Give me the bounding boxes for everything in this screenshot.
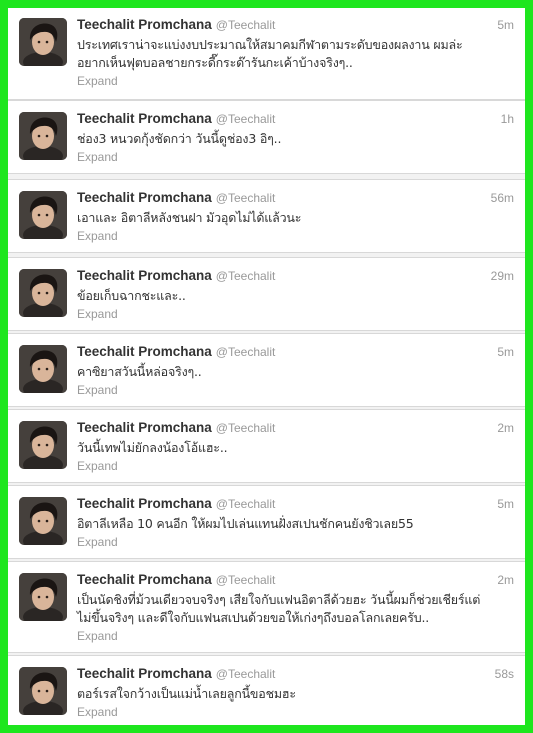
user-handle[interactable]: @Teechalit bbox=[216, 421, 276, 435]
tweet-text: คาซิยาสวันนี้หล่อจริงๆ.. bbox=[77, 364, 202, 379]
tweet-header: Teechalit Promchana @Teechalit 5m bbox=[77, 16, 514, 34]
tweet-item[interactable]: Teechalit Promchana @Teechalit 56m เอาและ… bbox=[8, 179, 525, 253]
tweet-item[interactable]: Teechalit Promchana @Teechalit 5m อิตาลีเ… bbox=[8, 485, 525, 559]
user-name[interactable]: Teechalit Promchana bbox=[77, 496, 212, 511]
avatar[interactable] bbox=[19, 18, 67, 66]
user-name[interactable]: Teechalit Promchana bbox=[77, 111, 212, 126]
expand-link[interactable]: Expand bbox=[77, 149, 118, 165]
tweet-timestamp[interactable]: 2m bbox=[497, 419, 514, 437]
user-handle[interactable]: @Teechalit bbox=[216, 191, 276, 205]
tweet-text: อิตาลีเหลือ 10 คนอีก ให้ผมไปเล่นแทนฝั่งส… bbox=[77, 516, 414, 531]
tweet-item[interactable]: Teechalit Promchana @Teechalit 5m คาซิยาส… bbox=[8, 333, 525, 407]
tweet-header: Teechalit Promchana @Teechalit 5m bbox=[77, 495, 514, 513]
tweet-timestamp[interactable]: 2m bbox=[497, 571, 514, 589]
tweet-header: Teechalit Promchana @Teechalit 2m bbox=[77, 419, 514, 437]
avatar[interactable] bbox=[19, 421, 67, 469]
tweet-header: Teechalit Promchana @Teechalit 1h bbox=[77, 110, 514, 128]
user-name[interactable]: Teechalit Promchana bbox=[77, 268, 212, 283]
tweet-text: เป็นนัดชิงที่ม้วนเดียวจบจริงๆ เสียใจกับแ… bbox=[77, 592, 481, 625]
user-name[interactable]: Teechalit Promchana bbox=[77, 572, 212, 587]
avatar[interactable] bbox=[19, 191, 67, 239]
tweet-timeline: Teechalit Promchana @Teechalit 5m ประเทศเ… bbox=[8, 8, 525, 725]
expand-link[interactable]: Expand bbox=[77, 382, 118, 398]
user-handle[interactable]: @Teechalit bbox=[216, 573, 276, 587]
expand-link[interactable]: Expand bbox=[77, 306, 118, 322]
tweet-header: Teechalit Promchana @Teechalit 29m bbox=[77, 267, 514, 285]
tweet-item[interactable]: Teechalit Promchana @Teechalit 2m เป็นนัด… bbox=[8, 561, 525, 653]
user-name[interactable]: Teechalit Promchana bbox=[77, 17, 212, 32]
user-handle[interactable]: @Teechalit bbox=[216, 345, 276, 359]
user-name[interactable]: Teechalit Promchana bbox=[77, 344, 212, 359]
tweet-text: ช่อง3 หนวดกุ้งชัดกว่า วันนี้ดูช่อง3 อิๆ.… bbox=[77, 131, 282, 146]
tweet-timestamp[interactable]: 5m bbox=[497, 495, 514, 513]
tweet-timestamp[interactable]: 5m bbox=[497, 16, 514, 34]
expand-link[interactable]: Expand bbox=[77, 228, 118, 244]
tweet-item[interactable]: Teechalit Promchana @Teechalit 58s ตอร์เร… bbox=[8, 655, 525, 725]
user-handle[interactable]: @Teechalit bbox=[216, 112, 276, 126]
expand-link[interactable]: Expand bbox=[77, 73, 118, 89]
tweet-header: Teechalit Promchana @Teechalit 56m bbox=[77, 189, 514, 207]
avatar[interactable] bbox=[19, 112, 67, 160]
tweet-timestamp[interactable]: 58s bbox=[495, 665, 514, 683]
user-handle[interactable]: @Teechalit bbox=[216, 18, 276, 32]
avatar[interactable] bbox=[19, 269, 67, 317]
expand-link[interactable]: Expand bbox=[77, 534, 118, 550]
tweet-timestamp[interactable]: 56m bbox=[491, 189, 514, 207]
expand-link[interactable]: Expand bbox=[77, 458, 118, 474]
user-name[interactable]: Teechalit Promchana bbox=[77, 190, 212, 205]
tweet-text: วันนี้เทพไม่ยักลงน้องโอ้แฮะ.. bbox=[77, 440, 228, 455]
tweet-timestamp[interactable]: 29m bbox=[491, 267, 514, 285]
user-name[interactable]: Teechalit Promchana bbox=[77, 666, 212, 681]
user-handle[interactable]: @Teechalit bbox=[216, 667, 276, 681]
avatar[interactable] bbox=[19, 345, 67, 393]
tweet-header: Teechalit Promchana @Teechalit 58s bbox=[77, 665, 514, 683]
tweet-item[interactable]: Teechalit Promchana @Teechalit 29m ข้อยเก… bbox=[8, 257, 525, 331]
expand-link[interactable]: Expand bbox=[77, 704, 118, 720]
tweet-header: Teechalit Promchana @Teechalit 5m bbox=[77, 343, 514, 361]
avatar[interactable] bbox=[19, 667, 67, 715]
tweet-text: ตอร์เรสใจกว้างเป็นแม่น้ำเลยลูกนี้ขอชมฮะ bbox=[77, 686, 296, 701]
tweet-item[interactable]: Teechalit Promchana @Teechalit 2m วันนี้เ… bbox=[8, 409, 525, 483]
tweet-text: ข้อยเก็บฉากชะและ.. bbox=[77, 288, 186, 303]
tweet-timestamp[interactable]: 5m bbox=[497, 343, 514, 361]
avatar[interactable] bbox=[19, 573, 67, 621]
user-handle[interactable]: @Teechalit bbox=[216, 269, 276, 283]
tweet-timestamp[interactable]: 1h bbox=[501, 110, 514, 128]
expand-link[interactable]: Expand bbox=[77, 628, 118, 644]
avatar[interactable] bbox=[19, 497, 67, 545]
tweet-text: ประเทศเราน่าจะแบ่งงบประมาณให้สมาคมกีฬาตา… bbox=[77, 37, 463, 70]
user-name[interactable]: Teechalit Promchana bbox=[77, 420, 212, 435]
tweet-item[interactable]: Teechalit Promchana @Teechalit 1h ช่อง3 ห… bbox=[8, 100, 525, 174]
tweet-header: Teechalit Promchana @Teechalit 2m bbox=[77, 571, 514, 589]
user-handle[interactable]: @Teechalit bbox=[216, 497, 276, 511]
tweet-item[interactable]: Teechalit Promchana @Teechalit 5m ประเทศเ… bbox=[8, 8, 525, 100]
tweet-text: เอาและ อิตาลีหลังชนฝา มัวอุดไม่ได้แล้วนะ bbox=[77, 210, 302, 225]
